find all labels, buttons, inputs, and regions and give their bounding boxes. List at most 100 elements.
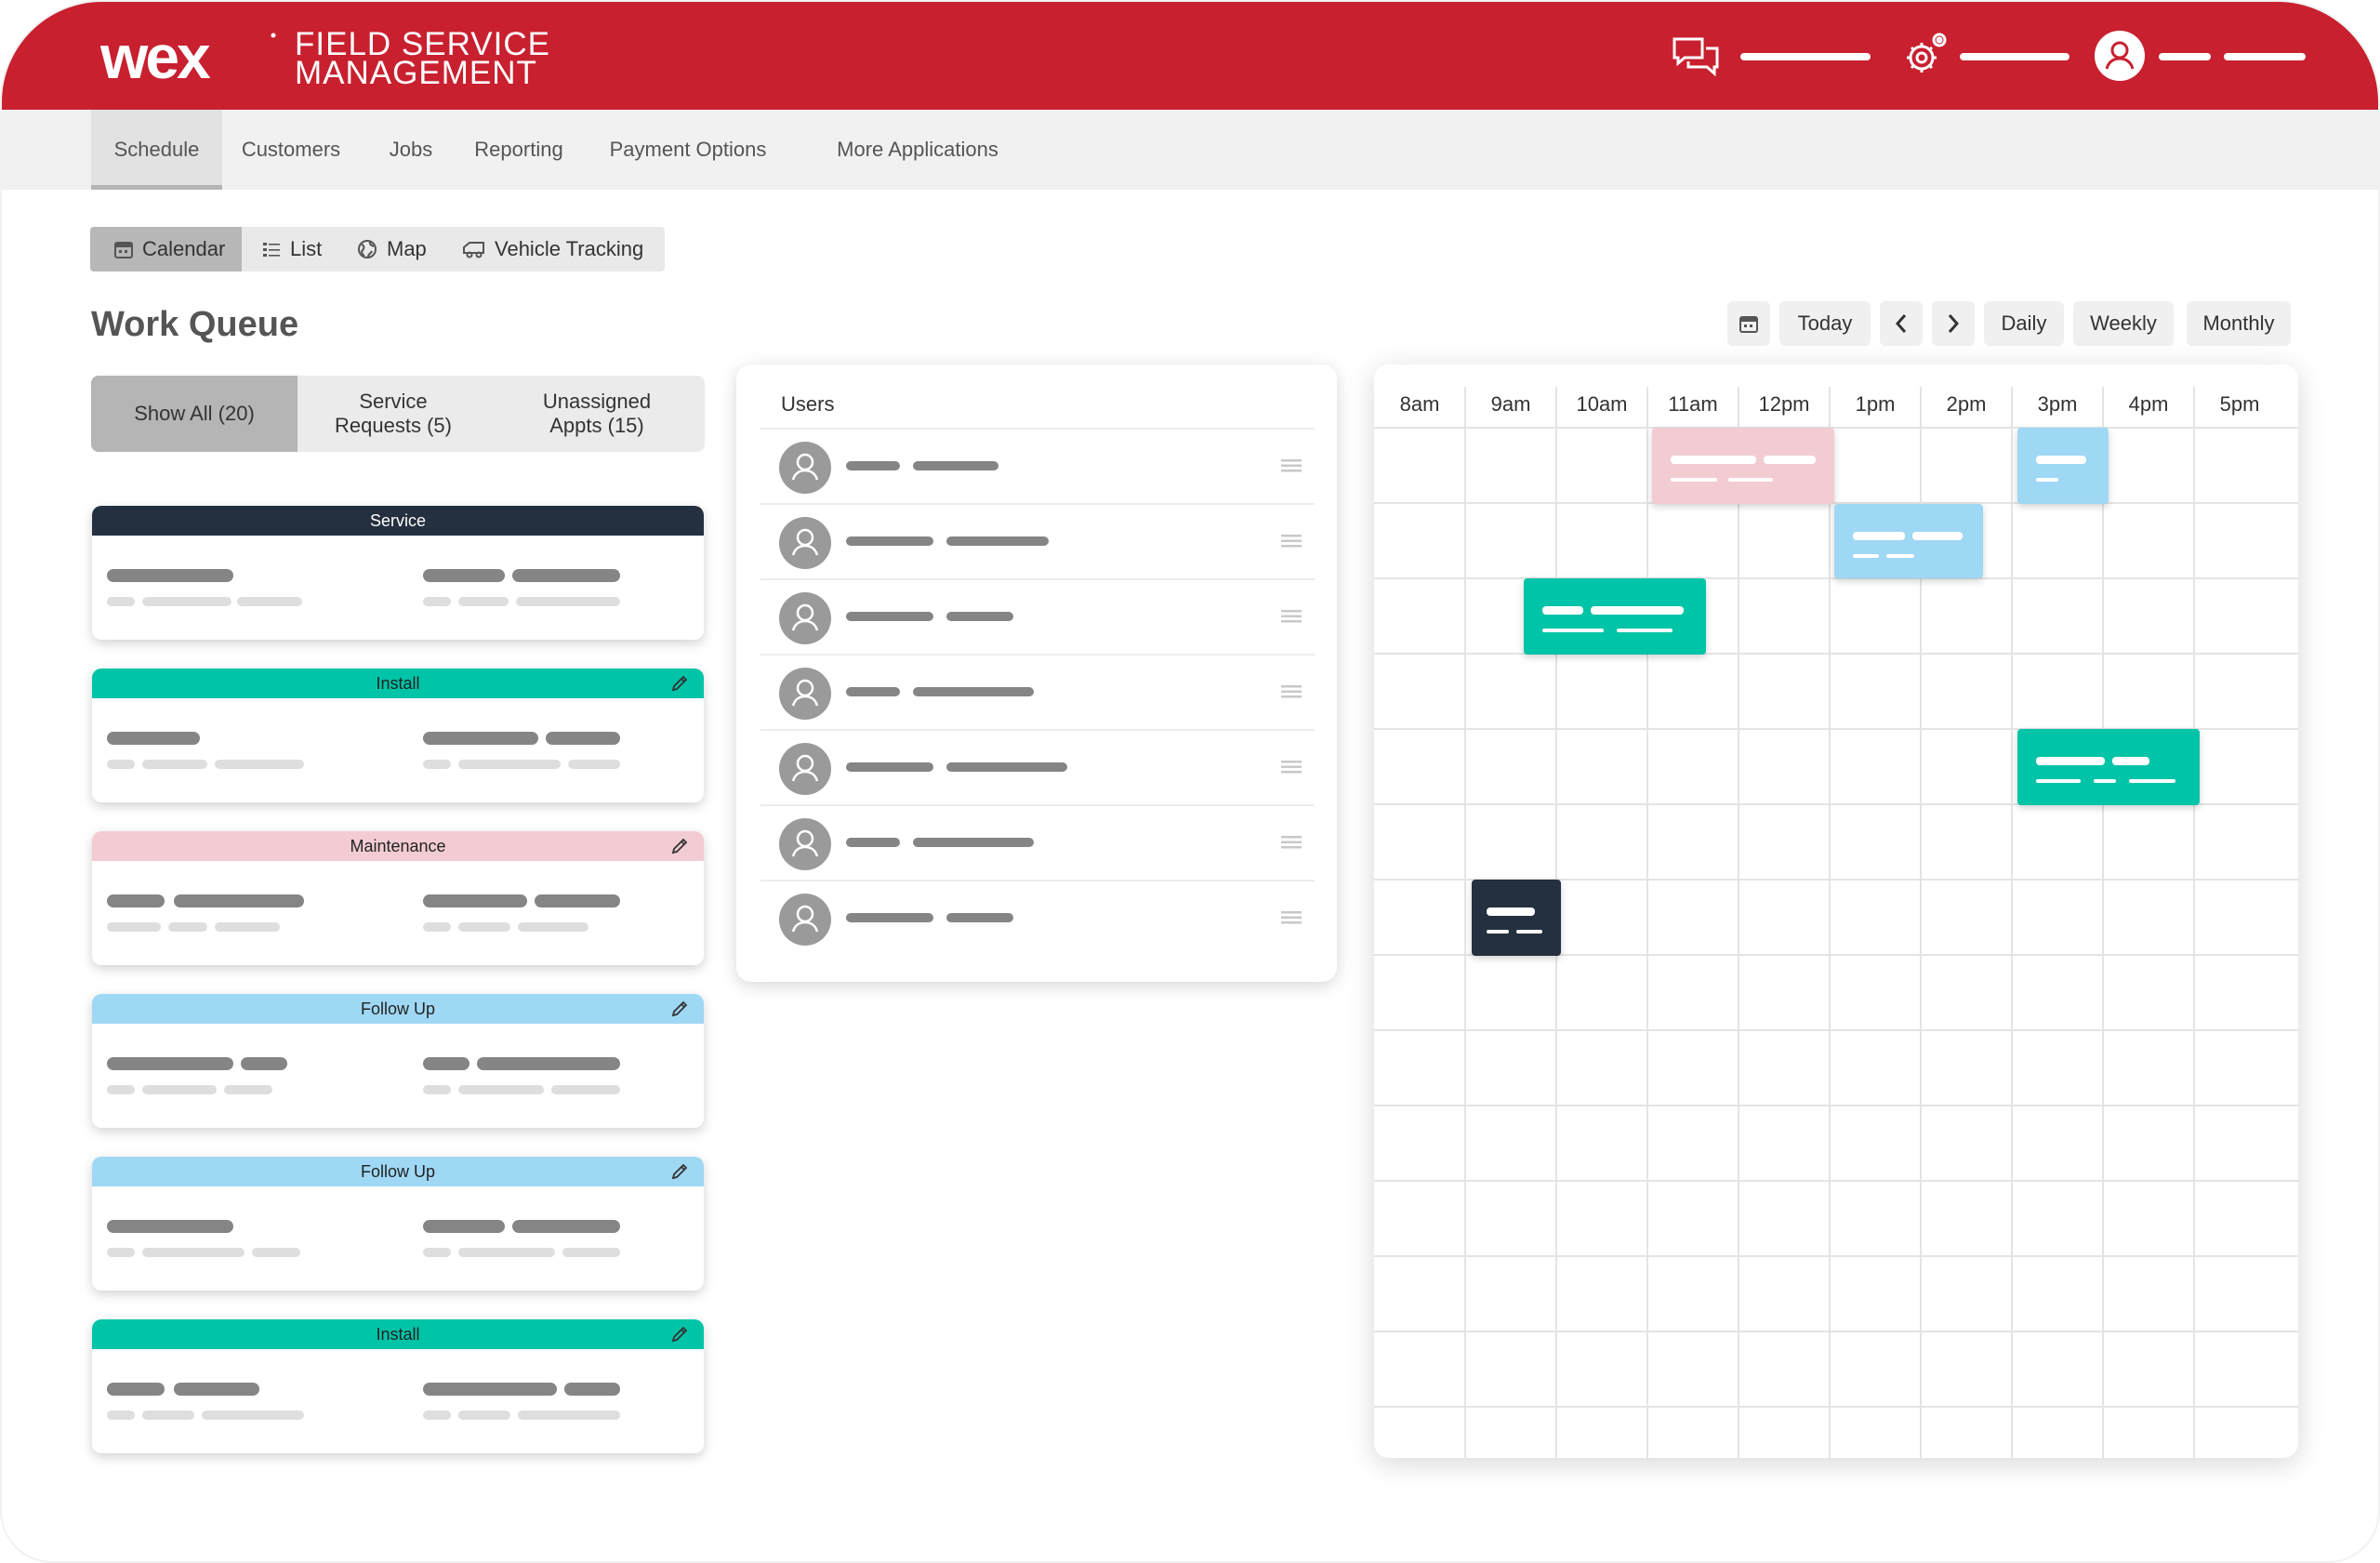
main-nav: Schedule Customers Jobs Reporting Paymen… bbox=[2, 110, 2378, 190]
view-map-label: Map bbox=[387, 237, 427, 260]
work-card-type: Follow Up bbox=[92, 1157, 704, 1186]
work-card[interactable]: Install bbox=[92, 1319, 704, 1453]
daily-button[interactable]: Daily bbox=[1984, 301, 2064, 346]
user-avatar-icon bbox=[779, 668, 831, 720]
work-card[interactable]: Follow Up bbox=[92, 994, 704, 1128]
edit-icon[interactable] bbox=[670, 1325, 689, 1348]
appointment-block[interactable] bbox=[2017, 428, 2109, 504]
user-row[interactable] bbox=[760, 578, 1315, 654]
user-row[interactable] bbox=[760, 654, 1315, 729]
work-card[interactable]: Maintenance bbox=[92, 831, 704, 965]
user-avatar-icon bbox=[779, 517, 831, 569]
next-button[interactable] bbox=[1932, 301, 1975, 346]
chevron-left-icon bbox=[1895, 314, 1907, 333]
tab-customers[interactable]: Customers bbox=[231, 110, 351, 190]
hour-label: 5pm bbox=[2219, 392, 2260, 416]
view-vehicle-tracking-button[interactable]: Vehicle Tracking bbox=[443, 227, 661, 272]
work-queue-title: Work Queue bbox=[91, 305, 299, 344]
previous-button[interactable] bbox=[1880, 301, 1923, 346]
messages-label-placeholder bbox=[1740, 53, 1871, 60]
tab-more-applications[interactable]: More Applications bbox=[807, 110, 1028, 190]
weekly-button[interactable]: Weekly bbox=[2073, 301, 2174, 346]
today-button[interactable]: Today bbox=[1779, 301, 1871, 346]
drag-handle-icon[interactable] bbox=[1281, 911, 1302, 929]
product-name-line2: MANAGEMENT bbox=[295, 55, 537, 91]
drag-handle-icon[interactable] bbox=[1281, 459, 1302, 477]
user-row[interactable] bbox=[760, 729, 1315, 804]
user-role-placeholder bbox=[2224, 53, 2306, 60]
edit-icon[interactable] bbox=[670, 1000, 689, 1023]
app-frame: wex FIELD SERVICE MANAGEMENT Schedule Cu… bbox=[0, 0, 2380, 1563]
chevron-right-icon bbox=[1948, 314, 1960, 333]
hour-label: 4pm bbox=[2128, 392, 2169, 416]
user-avatar-icon bbox=[779, 743, 831, 795]
appointment-block[interactable] bbox=[1472, 880, 1561, 956]
user-row[interactable] bbox=[760, 804, 1315, 880]
hour-label: 2pm bbox=[1946, 392, 1987, 416]
tab-payment-options[interactable]: Payment Options bbox=[597, 110, 779, 190]
view-list-button[interactable]: List bbox=[242, 227, 340, 272]
work-card-type: Install bbox=[92, 669, 704, 698]
hour-label: 1pm bbox=[1855, 392, 1896, 416]
user-name-placeholder bbox=[2159, 53, 2211, 60]
user-avatar-icon bbox=[779, 442, 831, 494]
hour-label: 8am bbox=[1399, 392, 1440, 416]
svg-text:wex: wex bbox=[100, 28, 211, 87]
filter-service-requests[interactable]: Service Requests (5) bbox=[298, 376, 489, 452]
edit-icon[interactable] bbox=[670, 1162, 689, 1185]
settings-gear-icon[interactable] bbox=[1904, 30, 1950, 81]
chat-icon[interactable] bbox=[1672, 35, 1720, 81]
truck-icon bbox=[463, 242, 484, 258]
appointment-block[interactable] bbox=[1652, 428, 1834, 504]
work-card[interactable]: Follow Up bbox=[92, 1157, 704, 1291]
drag-handle-icon[interactable] bbox=[1281, 761, 1302, 778]
wex-logo: wex bbox=[100, 28, 276, 87]
tab-reporting[interactable]: Reporting bbox=[463, 110, 575, 190]
view-calendar-label: Calendar bbox=[142, 237, 226, 260]
work-card-type: Maintenance bbox=[92, 831, 704, 861]
settings-label-placeholder bbox=[1960, 53, 2069, 60]
user-row[interactable] bbox=[760, 880, 1315, 955]
work-card[interactable]: Service bbox=[92, 506, 704, 640]
hour-label: 9am bbox=[1490, 392, 1531, 416]
calendar-icon bbox=[1739, 316, 1758, 333]
tab-schedule[interactable]: Schedule bbox=[91, 110, 222, 190]
drag-handle-icon[interactable] bbox=[1281, 535, 1302, 552]
work-card[interactable]: Install bbox=[92, 669, 704, 802]
filter-service-requests-line2: Requests (5) bbox=[335, 414, 452, 437]
tab-jobs[interactable]: Jobs bbox=[374, 110, 448, 190]
view-map-button[interactable]: Map bbox=[340, 227, 443, 272]
monthly-button[interactable]: Monthly bbox=[2187, 301, 2291, 346]
users-title: Users bbox=[781, 392, 835, 416]
hour-label: 12pm bbox=[1758, 392, 1810, 416]
app-window: wex FIELD SERVICE MANAGEMENT Schedule Cu… bbox=[0, 0, 2380, 1563]
edit-icon[interactable] bbox=[670, 837, 689, 860]
appointment-block[interactable] bbox=[1524, 578, 1706, 655]
schedule-grid: 8am 9am 10am 11am 12pm 1pm 2pm 3pm 4pm 5… bbox=[1374, 364, 2298, 1458]
list-icon bbox=[263, 243, 280, 257]
work-queue-filter: Show All (20) Service Requests (5) Unass… bbox=[91, 376, 705, 452]
user-row[interactable] bbox=[760, 428, 1315, 503]
user-row[interactable] bbox=[760, 503, 1315, 578]
drag-handle-icon[interactable] bbox=[1281, 685, 1302, 703]
view-calendar-button[interactable]: Calendar bbox=[90, 227, 242, 272]
calendar-icon bbox=[114, 242, 133, 258]
appointment-block[interactable] bbox=[1834, 504, 1983, 578]
drag-handle-icon[interactable] bbox=[1281, 836, 1302, 854]
user-avatar-icon bbox=[779, 894, 831, 946]
filter-unassigned-appts[interactable]: Unassigned Appts (15) bbox=[489, 376, 705, 452]
globe-icon bbox=[358, 240, 377, 258]
view-list-label: List bbox=[290, 237, 323, 260]
drag-handle-icon[interactable] bbox=[1281, 610, 1302, 628]
work-card-type: Install bbox=[92, 1319, 704, 1349]
edit-icon[interactable] bbox=[670, 674, 689, 697]
view-vehicle-tracking-label: Vehicle Tracking bbox=[495, 237, 644, 260]
filter-show-all[interactable]: Show All (20) bbox=[91, 376, 298, 452]
appointment-block[interactable] bbox=[2017, 729, 2200, 805]
date-picker-button[interactable] bbox=[1727, 301, 1770, 346]
user-avatar-icon bbox=[779, 592, 831, 644]
top-bar: wex FIELD SERVICE MANAGEMENT bbox=[2, 2, 2378, 110]
user-avatar-icon[interactable] bbox=[2095, 31, 2145, 86]
hour-label: 10am bbox=[1576, 392, 1628, 416]
work-card-type: Follow Up bbox=[92, 994, 704, 1024]
